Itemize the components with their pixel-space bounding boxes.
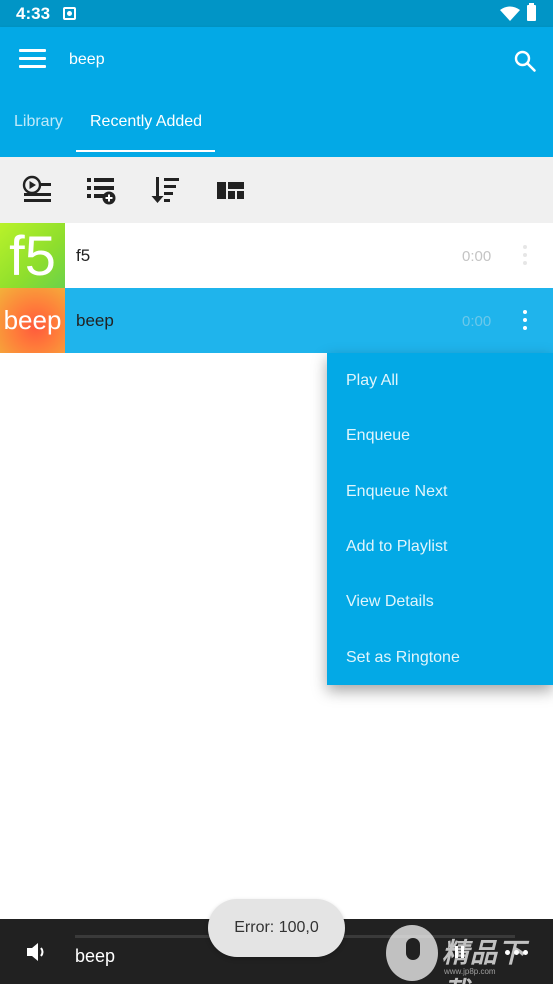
menu-item-enqueue-next[interactable]: Enqueue Next — [346, 483, 447, 501]
album-art: f5 — [0, 223, 65, 288]
search-icon[interactable] — [513, 49, 537, 73]
grid-layout-icon[interactable] — [215, 175, 245, 205]
track-title: beep — [76, 311, 114, 330]
menu-item-view-details[interactable]: View Details — [346, 593, 434, 611]
menu-item-play-all[interactable]: Play All — [346, 372, 398, 390]
tab-indicator — [76, 150, 215, 152]
watermark: 精品下载 www.jp8p.com — [386, 921, 553, 984]
battery-icon — [527, 3, 536, 21]
overflow-menu-icon[interactable] — [515, 241, 535, 271]
context-menu: Play All Enqueue Enqueue Next Add to Pla… — [327, 353, 553, 685]
wifi-icon — [500, 6, 520, 21]
tab-library[interactable]: Library — [14, 113, 63, 131]
menu-item-enqueue[interactable]: Enqueue — [346, 427, 410, 445]
menu-item-add-to-playlist[interactable]: Add to Playlist — [346, 538, 447, 556]
sort-icon[interactable] — [150, 175, 180, 205]
track-duration: 0:00 — [462, 248, 492, 265]
status-time: 4:33 — [16, 4, 51, 23]
now-playing-title: beep — [75, 946, 116, 966]
add-to-playlist-icon[interactable] — [86, 175, 116, 205]
tab-bar: Library Recently Added — [0, 93, 553, 157]
album-art: beep — [0, 288, 65, 353]
volume-icon[interactable] — [26, 941, 50, 963]
track-duration: 0:00 — [462, 313, 492, 330]
tab-recently-added[interactable]: Recently Added — [90, 113, 202, 131]
watermark-logo — [386, 925, 438, 981]
menu-item-set-as-ringtone[interactable]: Set as Ringtone — [346, 649, 460, 667]
overflow-menu-icon[interactable] — [515, 306, 535, 336]
track-row-selected[interactable]: beep beep 0:00 — [0, 288, 553, 353]
hamburger-menu-icon[interactable] — [19, 49, 46, 69]
play-list-icon[interactable] — [22, 175, 52, 205]
action-toolbar — [0, 157, 553, 223]
status-bar: 4:33 — [0, 0, 553, 27]
app-title: beep — [69, 51, 105, 68]
error-toast: Error: 100,0 — [208, 899, 345, 957]
watermark-text: 精品下载 — [442, 938, 526, 984]
track-title: f5 — [76, 246, 91, 265]
track-row[interactable]: f5 f5 0:00 — [0, 223, 553, 288]
app-bar: beep — [0, 27, 553, 93]
watermark-url: www.jp8p.com — [444, 967, 496, 976]
notification-icon — [63, 7, 76, 20]
